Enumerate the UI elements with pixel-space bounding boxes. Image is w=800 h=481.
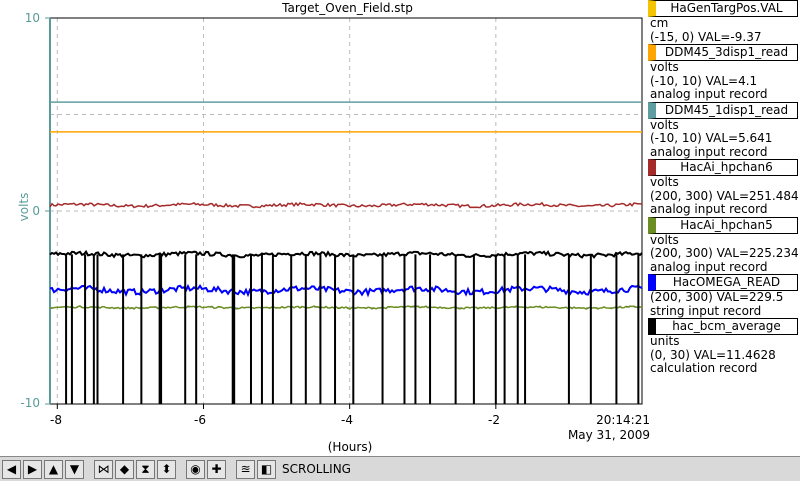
legend-entry[interactable]: HacAi_hpchan5 volts (200, 300) VAL=225.234…	[648, 216, 800, 275]
zoom-out-x-button[interactable]: ◆	[115, 459, 134, 479]
add-button[interactable]: ✚	[207, 459, 226, 479]
zoom-in-x-icon: ⋈	[97, 462, 110, 476]
toolbar-status: SCROLLING	[282, 462, 351, 476]
stagger-button[interactable]: ≊	[236, 459, 255, 479]
series-line	[49, 249, 643, 259]
scroll-up-icon: ▲	[48, 462, 59, 476]
legend-entry-detail: calculation record	[650, 361, 758, 375]
x-tick-label: -4	[341, 413, 353, 427]
legend-entry-detail: volts	[650, 175, 679, 189]
add-icon: ✚	[211, 462, 222, 476]
legend-entry[interactable]: HacAi_hpchan6 volts (200, 300) VAL=251.484…	[648, 159, 800, 217]
zoom-out-y-button[interactable]: ⬍	[157, 459, 176, 479]
legend-entry-name[interactable]: DDM45_3disp1_read	[648, 44, 798, 61]
zoom-in-x-button[interactable]: ⋈	[94, 459, 113, 479]
legend-entry-detail: (200, 300) VAL=225.234	[650, 246, 799, 260]
scroll-left-button[interactable]: ◀	[2, 459, 21, 479]
zoom-in-y-button[interactable]: ⧗	[136, 459, 155, 479]
legend-entry[interactable]: DDM45_1disp1_read volts (-10, 10) VAL=5.64…	[648, 101, 800, 160]
zoom-out-x-icon: ◆	[119, 462, 130, 476]
legend-entry-name[interactable]: HaGenTargPos.VAL	[648, 0, 798, 17]
zoom-out-y-icon: ⬍	[161, 462, 172, 476]
scroll-down-icon: ▼	[69, 462, 80, 476]
x-tick-label: -2	[488, 413, 500, 427]
time-stamp-time: 20:14:21	[596, 413, 650, 427]
legend-entry-detail: volts	[650, 60, 679, 74]
legend-entry-name[interactable]: HacOMEGA_READ	[648, 274, 798, 291]
series-line	[49, 201, 643, 209]
x-axis-label: (Hours)	[327, 440, 373, 454]
legend-entry-detail: (-15, 0) VAL=-9.37	[650, 29, 762, 44]
series-line	[49, 305, 643, 310]
legend-entry-detail: analog input record	[650, 202, 768, 216]
stagger-icon: ≊	[240, 462, 251, 476]
legend-entry-detail: analog input record	[650, 87, 768, 101]
x-tick-label: -6	[194, 413, 206, 427]
legend-entry-name[interactable]: HacAi_hpchan6	[648, 159, 798, 176]
legend-entry-detail: volts	[650, 232, 679, 247]
y-tick-label-10: 10	[24, 11, 40, 25]
legend-entry-detail: analog input record	[650, 144, 768, 159]
legend-entry-detail: units	[650, 334, 680, 348]
toolbar: ◀ ▶ ▲ ▼ ⋈ ◆ ⧗ ⬍ ◉ ✚ ≊ ◧ SCROLLING	[0, 456, 800, 481]
legend-entry-detail: (-10, 10) VAL=5.641	[650, 131, 773, 145]
legend-entry[interactable]: hac_bcm_average units (0, 30) VAL=11.4628 c…	[648, 318, 800, 376]
legend-entry-detail: volts	[650, 117, 679, 132]
legend-entry-name[interactable]: DDM45_1disp1_read	[648, 101, 798, 119]
legend-entry-detail: cm	[650, 16, 669, 30]
auto-scale-icon: ◉	[190, 462, 201, 476]
legend-entry[interactable]: DDM45_3disp1_read volts (-10, 10) VAL=4.1 a…	[648, 44, 800, 102]
time-stamp: 20:14:21 May 31, 2009	[560, 413, 650, 443]
legend-entry-detail: (-10, 10) VAL=4.1	[650, 73, 758, 88]
zoom-in-y-icon: ⧗	[141, 462, 150, 476]
legend-entry-detail: (200, 300) VAL=229.5	[650, 290, 784, 304]
auto-scale-button[interactable]: ◉	[186, 459, 205, 479]
legend-panel: HaGenTargPos.VAL cm (-15, 0) VAL=-9.37 DDM4…	[648, 0, 800, 376]
scroll-right-button[interactable]: ▶	[23, 459, 42, 479]
legend-entry-detail: (0, 30) VAL=11.4628	[650, 347, 776, 362]
pin-icon: ◧	[260, 462, 273, 476]
scroll-left-icon: ◀	[6, 462, 17, 476]
legend-entry-name[interactable]: hac_bcm_average	[648, 318, 798, 335]
y-tick-label-neg10: -10	[20, 396, 40, 410]
legend-entry-detail: analog input record	[650, 259, 768, 274]
time-stamp-date: May 31, 2009	[567, 428, 650, 442]
plot-area[interactable]	[0, 0, 648, 456]
scroll-right-icon: ▶	[27, 462, 38, 476]
series-line	[49, 283, 643, 298]
legend-entry[interactable]: HaGenTargPos.VAL cm (-15, 0) VAL=-9.37	[648, 0, 800, 44]
x-tick-label: -8	[50, 413, 62, 427]
scroll-up-button[interactable]: ▲	[44, 459, 63, 479]
legend-entry-name[interactable]: HacAi_hpchan5	[648, 216, 798, 234]
scroll-down-button[interactable]: ▼	[65, 459, 84, 479]
legend-entry[interactable]: HacOMEGA_READ (200, 300) VAL=229.5 string …	[648, 274, 800, 318]
pin-button[interactable]: ◧	[257, 459, 276, 479]
legend-entry-detail: (200, 300) VAL=251.484	[650, 188, 799, 203]
legend-entry-detail: string input record	[650, 303, 762, 318]
y-axis-label: volts	[17, 192, 31, 222]
